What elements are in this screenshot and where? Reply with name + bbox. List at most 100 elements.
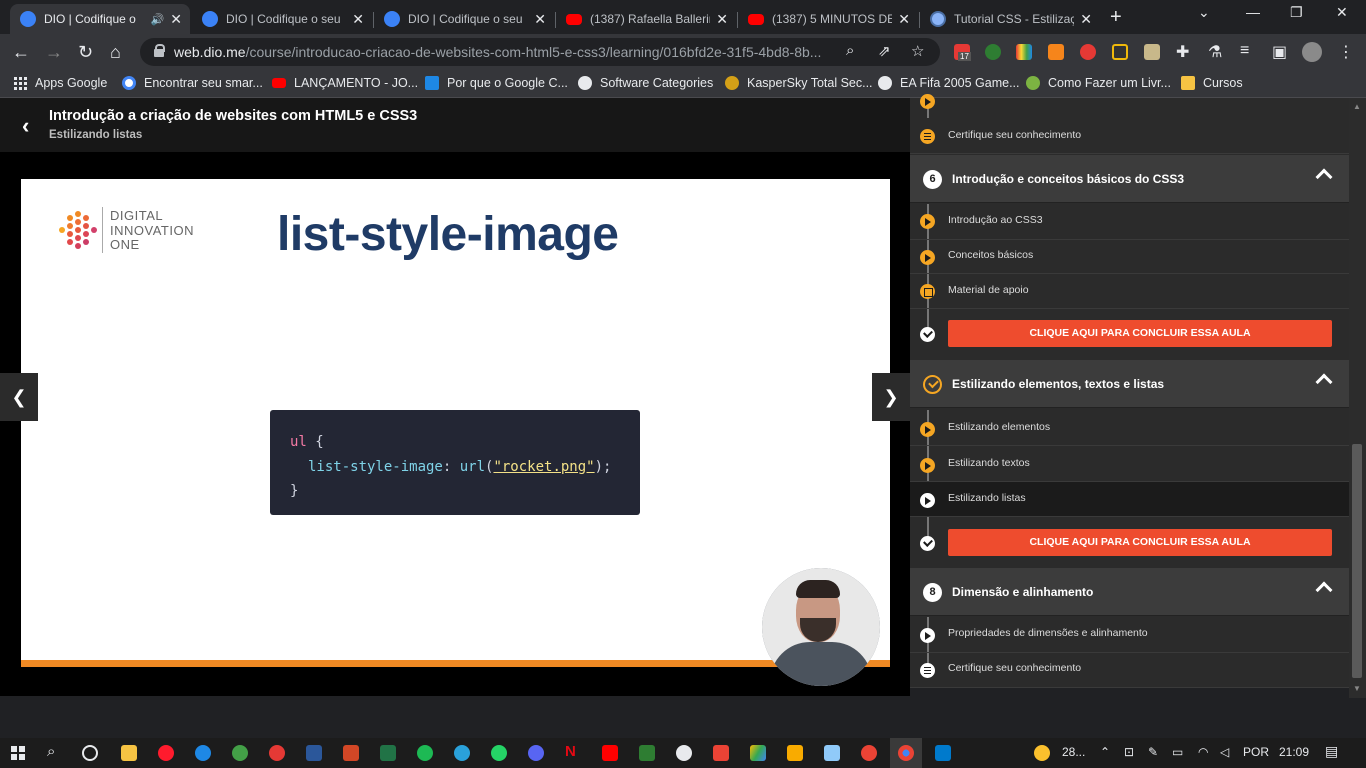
scroll-thumb[interactable] — [1352, 444, 1362, 678]
restore-icon[interactable]: ❐ — [1290, 4, 1303, 21]
tray-app-icon[interactable]: ⊡ — [1124, 745, 1134, 759]
powerpoint-icon[interactable] — [343, 745, 359, 761]
tab-dio-1[interactable]: DIO | Codifique o 🔊 ✕ — [10, 4, 190, 34]
new-tab-button[interactable]: + — [1110, 6, 1122, 29]
close-window-icon[interactable]: ✕ — [1336, 4, 1348, 21]
section-6-header[interactable]: 6 Introdução e conceitos básicos do CSS3 — [910, 155, 1349, 203]
cortana-icon[interactable] — [82, 745, 98, 761]
file-explorer-icon[interactable] — [121, 745, 137, 761]
minimize-icon[interactable]: — — [1246, 4, 1260, 20]
tab-youtube-2[interactable]: (1387) 5 MINUTOS DE ✕ — [738, 4, 918, 34]
next-slide-button[interactable]: ❯ — [872, 373, 910, 421]
notifications-icon[interactable]: ▤ — [1325, 743, 1338, 760]
close-tab-icon[interactable]: ✕ — [534, 11, 546, 28]
bookmark-youtube[interactable]: LANÇAMENTO - JO... — [272, 76, 418, 90]
share-icon[interactable]: ⇗ — [878, 42, 891, 60]
windows-start-icon[interactable] — [11, 746, 25, 760]
labs-flask-icon[interactable]: ⚗ — [1208, 42, 1222, 62]
weather-icon[interactable] — [1034, 745, 1050, 761]
tab-css-tutorial[interactable]: Tutorial CSS - Estilizaç ✕ — [920, 4, 1100, 34]
media-queue-icon[interactable]: ≡ — [1240, 42, 1249, 60]
conclude-lesson-button[interactable]: CLIQUE AQUI PARA CONCLUIR ESSA AULA — [948, 320, 1332, 347]
store-icon[interactable] — [787, 745, 803, 761]
chevron-up-icon[interactable] — [1315, 168, 1333, 186]
vscode-icon[interactable] — [935, 745, 951, 761]
opera-icon[interactable] — [158, 745, 174, 761]
profile-avatar[interactable] — [1302, 42, 1322, 62]
video-player[interactable]: DIGITAL INNOVATION ONE list-style-image … — [0, 152, 910, 696]
excel-icon[interactable] — [380, 745, 396, 761]
home-icon[interactable]: ⌂ — [110, 42, 121, 63]
tray-edit-icon[interactable]: ✎ — [1148, 745, 1158, 759]
tab-youtube-1[interactable]: (1387) Rafaella Ballerin ✕ — [556, 4, 736, 34]
google-drive-icon[interactable] — [750, 745, 766, 761]
lesson-row[interactable]: Certifique seu conhecimento — [910, 118, 1349, 154]
volume-icon[interactable]: ◁ — [1220, 745, 1229, 759]
color-extension-icon[interactable] — [1016, 44, 1032, 60]
netflix-icon[interactable]: N — [565, 743, 581, 760]
bookmark-software-categories[interactable]: Software Categories — [578, 76, 713, 90]
spotify-icon[interactable] — [417, 745, 433, 761]
browser-icon[interactable] — [676, 745, 692, 761]
close-tab-icon[interactable]: ✕ — [716, 11, 728, 28]
network-app-icon[interactable] — [824, 745, 840, 761]
lesson-row[interactable]: Estilizando elementos — [910, 410, 1349, 446]
photos-icon[interactable] — [639, 745, 655, 761]
section-8-header[interactable]: 8 Dimensão e alinhamento — [910, 568, 1349, 616]
url-text[interactable]: web.dio.me/course/introducao-criacao-de-… — [174, 44, 821, 60]
edge-icon[interactable] — [195, 745, 211, 761]
battery-icon[interactable]: ▭ — [1172, 745, 1183, 759]
weather-text[interactable]: 28... — [1062, 745, 1085, 759]
youtube-app-icon[interactable] — [602, 745, 618, 761]
whatsapp-icon[interactable] — [491, 745, 507, 761]
extension-icon[interactable]: 17 — [954, 44, 971, 61]
close-tab-icon[interactable]: ✕ — [898, 11, 910, 28]
lesson-row[interactable]: Introdução ao CSS3 — [910, 204, 1349, 240]
scroll-up-icon[interactable]: ▲ — [1353, 102, 1361, 111]
tab-dio-2[interactable]: DIO | Codifique o seu ✕ — [192, 4, 372, 34]
notes-extension-icon[interactable] — [1144, 44, 1160, 60]
bookmark-google[interactable]: Encontrar seu smar... — [122, 76, 263, 90]
bookmark-folder-cursos[interactable]: Cursos — [1181, 76, 1243, 90]
settings-app-icon[interactable] — [269, 745, 285, 761]
reload-icon[interactable]: ↻ — [78, 42, 93, 63]
address-bar[interactable]: web.dio.me/course/introducao-criacao-de-… — [140, 38, 940, 66]
bookmark-livro[interactable]: Como Fazer um Livr... — [1026, 76, 1171, 90]
previous-slide-button[interactable]: ❮ — [0, 373, 38, 421]
clock[interactable]: 21:09 — [1279, 745, 1309, 759]
lock-icon[interactable] — [154, 44, 165, 57]
bookmark-google-question[interactable]: Por que o Google C... — [425, 76, 568, 90]
tab-search-icon[interactable]: ⌄ — [1198, 4, 1210, 21]
search-icon[interactable]: ⌕ — [47, 743, 63, 760]
wifi-icon[interactable]: ◠ — [1198, 745, 1208, 759]
tray-chevron-icon[interactable]: ⌃ — [1100, 745, 1110, 759]
lesson-row[interactable]: Estilizando textos — [910, 446, 1349, 482]
close-tab-icon[interactable]: ✕ — [1080, 11, 1092, 28]
utorrent-icon[interactable] — [232, 745, 248, 761]
bookmark-apps[interactable]: Apps Google — [14, 76, 107, 90]
speaker-icon[interactable]: 🔊 — [151, 13, 165, 26]
word-icon[interactable] — [306, 745, 322, 761]
bookmark-kaspersky[interactable]: KasperSky Total Sec... — [725, 76, 873, 90]
money-extension-icon[interactable] — [985, 44, 1001, 60]
lesson-row[interactable]: Material de apoio — [910, 274, 1349, 309]
lesson-row[interactable]: Conceitos básicos — [910, 240, 1349, 274]
lesson-row-current[interactable]: Estilizando listas — [910, 482, 1349, 517]
zoom-search-icon[interactable]: ⌕ — [846, 42, 854, 59]
sidebar-scrollbar[interactable]: ▲ ▼ — [1349, 98, 1366, 698]
bookmark-fifa[interactable]: EA Fifa 2005 Game... — [878, 76, 1020, 90]
chevron-up-icon[interactable] — [1315, 373, 1333, 391]
menu-dots-icon[interactable]: ⋮ — [1338, 42, 1354, 62]
lastpass-icon[interactable] — [1080, 44, 1096, 60]
telegram-icon[interactable] — [454, 745, 470, 761]
gmail-icon[interactable] — [713, 745, 729, 761]
back-chevron-icon[interactable]: ‹ — [22, 113, 29, 139]
metamask-icon[interactable] — [1048, 44, 1064, 60]
extensions-puzzle-icon[interactable]: ✚ — [1176, 42, 1189, 62]
chrome-icon[interactable] — [898, 745, 914, 761]
section-7-header[interactable]: Estilizando elementos, textos e listas — [910, 360, 1349, 408]
chrome-profile-icon[interactable] — [861, 745, 877, 761]
conclude-lesson-button[interactable]: CLIQUE AQUI PARA CONCLUIR ESSA AULA — [948, 529, 1332, 556]
back-arrow-icon[interactable]: ← — [12, 42, 30, 63]
discord-icon[interactable] — [528, 745, 544, 761]
